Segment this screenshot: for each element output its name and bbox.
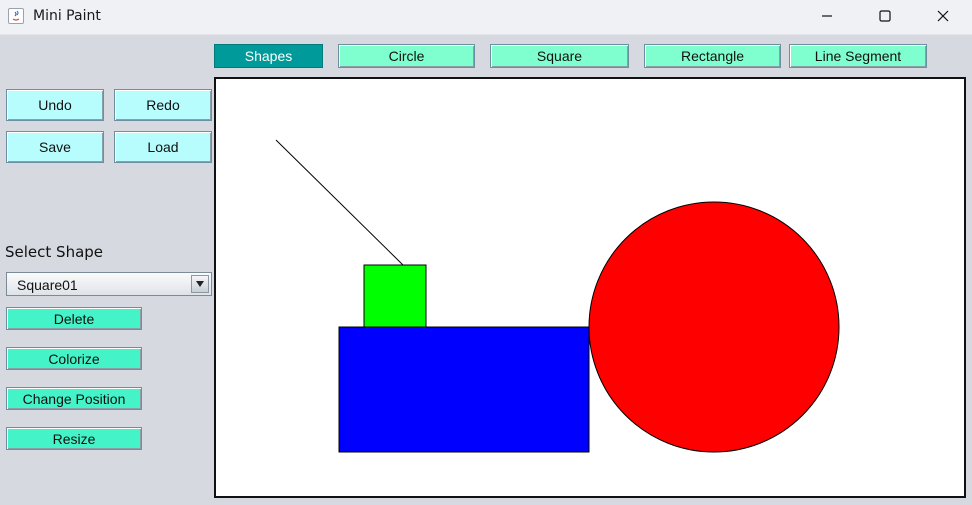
shapes-button[interactable]: Shapes xyxy=(214,44,323,68)
change-position-button[interactable]: Change Position xyxy=(6,387,142,410)
minimize-icon xyxy=(822,15,832,17)
rectangle-button[interactable]: Rectangle xyxy=(644,44,781,68)
close-icon xyxy=(937,10,949,22)
drawing-canvas[interactable] xyxy=(214,77,966,498)
undo-button[interactable]: Undo xyxy=(6,89,104,121)
dropdown-arrow-button[interactable] xyxy=(191,275,209,293)
select-shape-label: Select Shape xyxy=(5,243,104,261)
chevron-down-icon xyxy=(196,281,204,287)
resize-button[interactable]: Resize xyxy=(6,427,142,450)
rectangle-shape[interactable] xyxy=(338,326,590,453)
circle-shape[interactable] xyxy=(588,201,840,453)
window-title: Mini Paint xyxy=(33,8,101,24)
line-segment-button[interactable]: Line Segment xyxy=(789,44,927,68)
shape-select[interactable]: Square01 xyxy=(6,272,212,296)
circle-button[interactable]: Circle xyxy=(338,44,475,68)
redo-button[interactable]: Redo xyxy=(114,89,212,121)
java-icon xyxy=(8,8,24,24)
line-segment-shape[interactable] xyxy=(275,139,404,266)
delete-button[interactable]: Delete xyxy=(6,307,142,330)
square-shape[interactable] xyxy=(363,264,427,328)
selected-shape-value: Square01 xyxy=(17,277,78,293)
maximize-icon xyxy=(879,10,891,22)
load-button[interactable]: Load xyxy=(114,131,212,163)
save-button[interactable]: Save xyxy=(6,131,104,163)
title-bar: Mini Paint xyxy=(0,0,972,35)
maximize-button[interactable] xyxy=(856,0,914,32)
close-button[interactable] xyxy=(914,0,972,32)
minimize-button[interactable] xyxy=(798,0,856,32)
colorize-button[interactable]: Colorize xyxy=(6,347,142,370)
square-button[interactable]: Square xyxy=(490,44,629,68)
